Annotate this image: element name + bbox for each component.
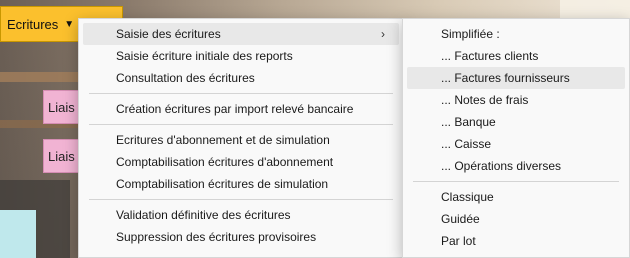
menu-item-comptabilisation-abonnement[interactable]: Comptabilisation écritures d'abonnement	[79, 151, 403, 173]
menu-item-label: ... Banque	[441, 115, 496, 129]
submenu-item-operations-diverses[interactable]: ... Opérations diverses	[403, 155, 629, 177]
submenu-item-par-lot[interactable]: Par lot	[403, 230, 629, 252]
ecritures-menu-label: Ecritures	[7, 16, 59, 32]
menu-item-label: ... Caisse	[441, 137, 492, 151]
menu-item-saisie-ecriture-initiale[interactable]: Saisie écriture initiale des reports	[79, 45, 403, 67]
submenu-heading-simplifiee: Simplifiée :	[403, 23, 629, 45]
menu-item-label: Saisie écriture initiale des reports	[116, 49, 293, 63]
menu-item-saisie-des-ecritures[interactable]: Saisie des écritures ›	[83, 23, 399, 45]
submenu-item-caisse[interactable]: ... Caisse	[403, 133, 629, 155]
menu-item-label: Consultation des écritures	[116, 71, 255, 85]
chevron-down-icon: ▼	[64, 18, 75, 30]
menu-item-label: Comptabilisation écritures de simulation	[116, 177, 329, 191]
submenu-item-classique[interactable]: Classique	[403, 186, 629, 208]
menu-item-label: Suppression des écritures provisoires	[116, 230, 317, 244]
menu-item-label: ... Notes de frais	[441, 93, 529, 107]
saisie-submenu: Simplifiée : ... Factures clients ... Fa…	[402, 18, 630, 258]
menu-item-label: Création écritures par import relevé ban…	[116, 102, 354, 116]
menu-separator	[413, 181, 619, 182]
menu-item-label: ... Factures fournisseurs	[441, 71, 570, 85]
menu-separator	[89, 124, 393, 125]
menu-item-import-releve-bancaire[interactable]: Création écritures par import relevé ban…	[79, 98, 403, 120]
menu-item-label: ... Opérations diverses	[441, 159, 562, 173]
menu-item-label: Comptabilisation écritures d'abonnement	[116, 155, 334, 169]
menu-item-label: Saisie des écritures	[116, 27, 221, 41]
menu-separator	[89, 93, 393, 94]
menu-separator	[89, 199, 393, 200]
menu-item-label: ... Factures clients	[441, 49, 539, 63]
submenu-item-banque[interactable]: ... Banque	[403, 111, 629, 133]
menu-item-suppression-provisoires[interactable]: Suppression des écritures provisoires	[79, 226, 403, 248]
liaison-tile-label: Liais	[48, 99, 75, 115]
submenu-item-notes-de-frais[interactable]: ... Notes de frais	[403, 89, 629, 111]
menu-item-ecritures-abonnement-simulation[interactable]: Ecritures d'abonnement et de simulation	[79, 129, 403, 151]
submenu-item-guidee[interactable]: Guidée	[403, 208, 629, 230]
menu-item-label: Classique	[441, 190, 494, 204]
menu-item-label: Par lot	[441, 234, 476, 248]
background-shelf	[0, 72, 90, 82]
submenu-item-factures-fournisseurs[interactable]: ... Factures fournisseurs	[407, 67, 625, 89]
menu-item-comptabilisation-simulation[interactable]: Comptabilisation écritures de simulation	[79, 173, 403, 195]
background-tile-cyan[interactable]	[0, 210, 36, 258]
liaison-tile-label: Liais	[48, 148, 75, 164]
menu-item-validation-definitive[interactable]: Validation définitive des écritures	[79, 204, 403, 226]
chevron-right-icon: ›	[381, 27, 385, 41]
menu-item-label: Simplifiée :	[441, 27, 500, 41]
submenu-item-factures-clients[interactable]: ... Factures clients	[403, 45, 629, 67]
menu-item-label: Ecritures d'abonnement et de simulation	[116, 133, 330, 147]
menu-item-consultation-ecritures[interactable]: Consultation des écritures	[79, 67, 403, 89]
menu-item-label: Validation définitive des écritures	[116, 208, 291, 222]
menu-item-label: Guidée	[441, 212, 480, 226]
ecritures-dropdown-menu: Saisie des écritures › Saisie écriture i…	[78, 18, 404, 258]
